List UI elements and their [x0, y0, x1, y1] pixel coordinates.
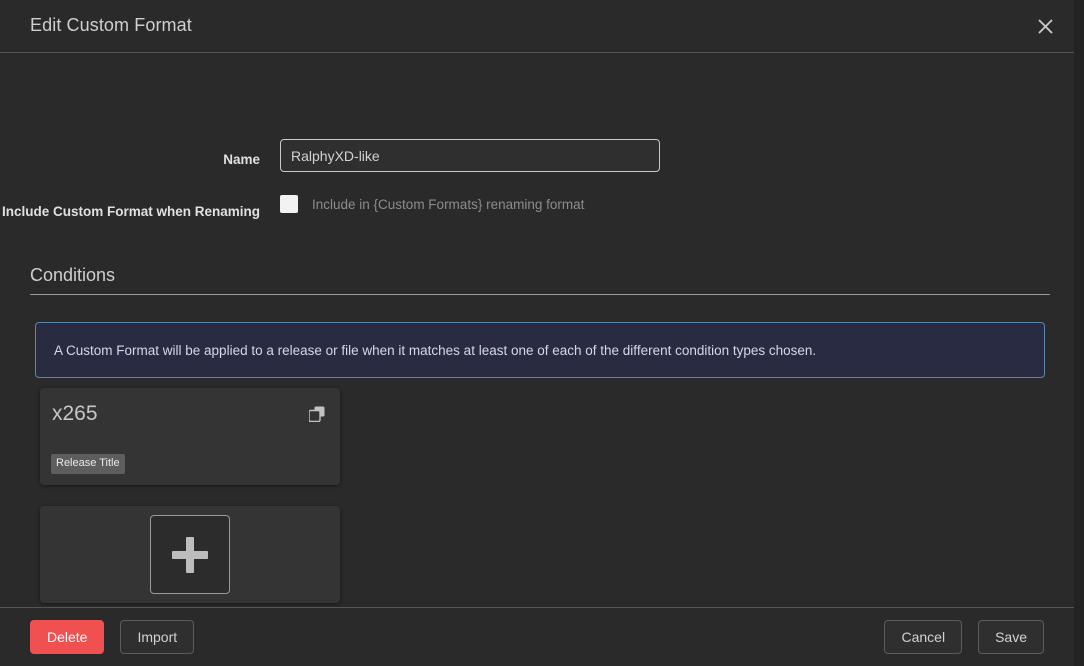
condition-type-badge: Release Title — [51, 454, 125, 474]
import-button[interactable]: Import — [120, 620, 195, 654]
save-button[interactable]: Save — [978, 620, 1044, 654]
modal-backdrop-edge[interactable] — [1074, 0, 1084, 666]
conditions-heading: Conditions — [30, 265, 1050, 295]
conditions-info-banner-text: A Custom Format will be applied to a rel… — [54, 342, 817, 358]
close-glyph — [1038, 19, 1052, 33]
footer-left-actions: Delete Import — [30, 620, 195, 654]
edit-custom-format-modal: Edit Custom Format Name Include Custom F… — [0, 0, 1074, 666]
modal-footer: Delete Import Cancel Save — [0, 607, 1074, 666]
conditions-section: Conditions — [30, 265, 1050, 295]
include-renaming-label: Include Custom Format when Renaming — [1, 204, 260, 219]
condition-card-title: x265 — [52, 402, 98, 425]
close-icon[interactable] — [1028, 11, 1062, 41]
form-row-include-renaming: Include Custom Format when Renaming Incl… — [0, 194, 1044, 221]
include-checkbox-row: Include in {Custom Formats} renaming for… — [280, 194, 1044, 213]
plus-icon — [172, 536, 208, 573]
include-renaming-checkbox-label: Include in {Custom Formats} renaming for… — [312, 196, 585, 212]
form-row-name: Name — [0, 139, 1044, 172]
page-title: Edit Custom Format — [30, 15, 192, 35]
modal-body: Name Include Custom Format when Renaming… — [0, 53, 1074, 607]
include-renaming-checkbox[interactable] — [280, 195, 298, 213]
name-label: Name — [223, 152, 260, 167]
conditions-info-banner: A Custom Format will be applied to a rel… — [35, 322, 1045, 378]
name-control — [280, 139, 1044, 172]
delete-button[interactable]: Delete — [30, 620, 105, 654]
name-input[interactable] — [280, 139, 660, 172]
clone-glyph — [308, 406, 325, 423]
clone-icon[interactable] — [308, 405, 326, 423]
add-condition-button[interactable] — [150, 515, 230, 594]
include-renaming-control: Include in {Custom Formats} renaming for… — [280, 194, 1044, 213]
modal-header: Edit Custom Format — [0, 0, 1074, 53]
cancel-button[interactable]: Cancel — [884, 620, 963, 654]
condition-card[interactable]: x265 Release Title — [40, 388, 340, 485]
add-condition-card[interactable] — [40, 506, 340, 603]
footer-right-actions: Cancel Save — [884, 620, 1044, 654]
